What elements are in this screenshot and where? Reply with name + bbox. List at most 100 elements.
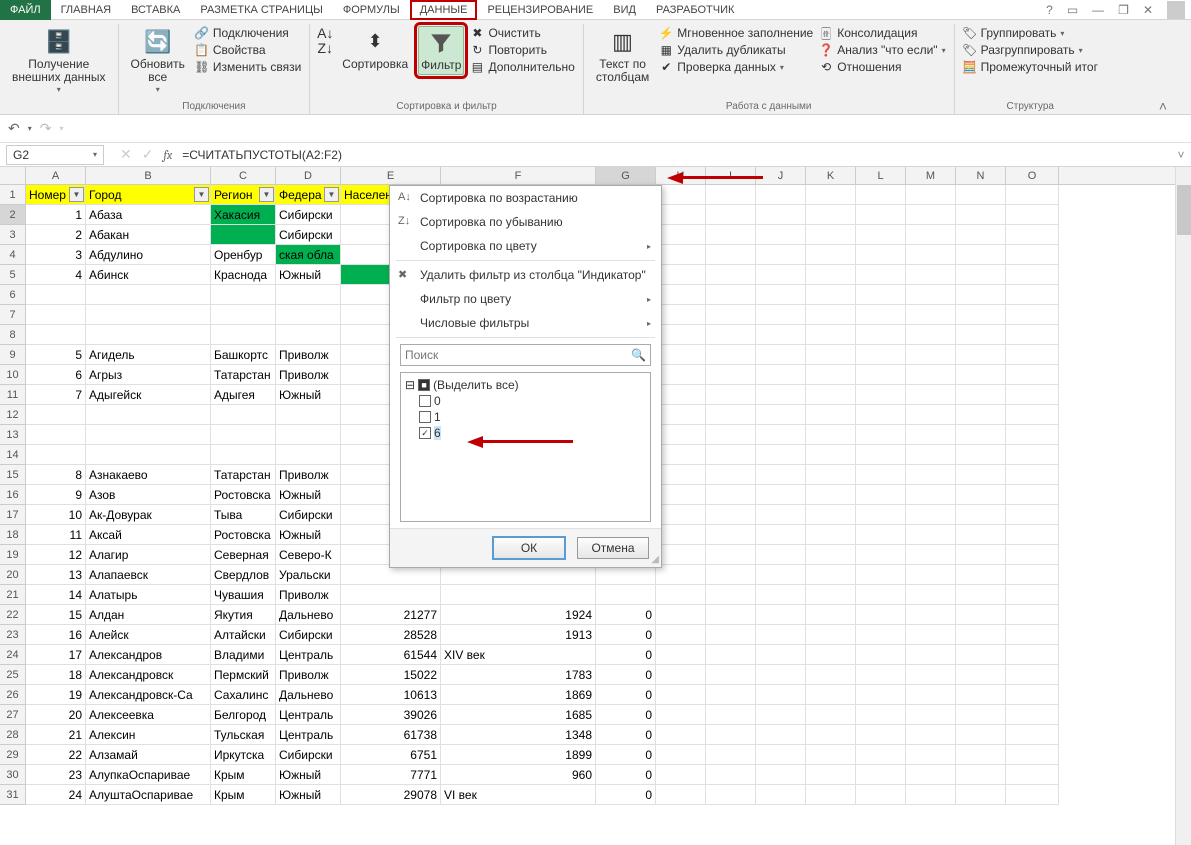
cell[interactable] <box>806 605 856 625</box>
cell[interactable] <box>706 725 756 745</box>
cell[interactable]: 0 <box>596 785 656 805</box>
sort-by-color-item[interactable]: Сортировка по цвету▸ <box>390 234 661 258</box>
cell[interactable]: 16 <box>26 625 86 645</box>
row-header[interactable]: 29 <box>0 745 26 765</box>
cell[interactable] <box>906 445 956 465</box>
cell[interactable]: Татарстан <box>211 365 276 385</box>
cell[interactable] <box>906 285 956 305</box>
cell[interactable] <box>756 345 806 365</box>
cell[interactable]: 1913 <box>441 625 596 645</box>
enter-formula-icon[interactable]: ✓ <box>142 146 154 163</box>
cell[interactable]: Абакан <box>86 225 211 245</box>
cell[interactable] <box>656 305 706 325</box>
filter-dropdown-button[interactable]: ▼ <box>69 187 84 202</box>
cell[interactable] <box>756 305 806 325</box>
column-header-K[interactable]: K <box>806 167 856 184</box>
cell[interactable] <box>756 445 806 465</box>
cell[interactable]: Азов <box>86 485 211 505</box>
flash-fill-button[interactable]: ⚡Мгновенное заполнение <box>659 26 813 40</box>
cell[interactable]: ская обла <box>276 245 341 265</box>
cell[interactable]: Крым <box>211 785 276 805</box>
cell[interactable] <box>806 305 856 325</box>
cell[interactable]: Абинск <box>86 265 211 285</box>
select-all-corner[interactable] <box>0 167 26 184</box>
row-header[interactable]: 4 <box>0 245 26 265</box>
cell[interactable] <box>706 345 756 365</box>
cell[interactable] <box>756 705 806 725</box>
row-header[interactable]: 20 <box>0 565 26 585</box>
cell[interactable] <box>656 765 706 785</box>
row-header[interactable]: 7 <box>0 305 26 325</box>
cell[interactable] <box>956 225 1006 245</box>
cell[interactable] <box>956 565 1006 585</box>
cell[interactable]: 20 <box>26 705 86 725</box>
cell[interactable] <box>86 285 211 305</box>
cell[interactable]: 4 <box>26 265 86 285</box>
cell[interactable] <box>856 685 906 705</box>
cell[interactable] <box>956 605 1006 625</box>
cell[interactable] <box>856 225 906 245</box>
cell[interactable]: Алтайски <box>211 625 276 645</box>
cell[interactable]: Алзамай <box>86 745 211 765</box>
cell[interactable]: 6 <box>26 365 86 385</box>
cell[interactable] <box>706 465 756 485</box>
filter-ok-button[interactable]: ОК <box>493 537 565 559</box>
cell[interactable] <box>211 405 276 425</box>
cell[interactable] <box>706 705 756 725</box>
cell[interactable] <box>706 445 756 465</box>
cell[interactable] <box>656 545 706 565</box>
cell[interactable] <box>856 425 906 445</box>
cell[interactable] <box>806 765 856 785</box>
cell[interactable] <box>906 305 956 325</box>
cell[interactable] <box>706 505 756 525</box>
cell[interactable]: Южный <box>276 265 341 285</box>
resize-grip-icon[interactable]: ◢ <box>651 554 659 565</box>
cell[interactable]: Сибирски <box>276 225 341 245</box>
cell[interactable] <box>856 705 906 725</box>
cell[interactable]: Южный <box>276 785 341 805</box>
cell[interactable] <box>656 505 706 525</box>
filter-dropdown-button[interactable]: ▼ <box>259 187 274 202</box>
cell[interactable] <box>1006 625 1059 645</box>
cell[interactable] <box>956 685 1006 705</box>
cell[interactable] <box>756 745 806 765</box>
filter-value-select-all[interactable]: ⊟■(Выделить все) <box>405 377 646 393</box>
cell[interactable] <box>856 325 906 345</box>
cell[interactable] <box>956 625 1006 645</box>
cell[interactable]: Александровск-Са <box>86 685 211 705</box>
cell[interactable]: Централь <box>276 645 341 665</box>
cell[interactable]: Якутия <box>211 605 276 625</box>
cell[interactable] <box>856 725 906 745</box>
cell[interactable] <box>1006 685 1059 705</box>
cell[interactable] <box>806 425 856 445</box>
cell[interactable] <box>656 685 706 705</box>
cell[interactable] <box>656 445 706 465</box>
cell[interactable]: 1783 <box>441 665 596 685</box>
filter-values-tree[interactable]: ⊟■(Выделить все) 0 1 ✓6 <box>400 372 651 522</box>
column-header-N[interactable]: N <box>956 167 1006 184</box>
cell[interactable] <box>656 645 706 665</box>
cell[interactable] <box>86 325 211 345</box>
cell[interactable] <box>211 325 276 345</box>
cell[interactable] <box>756 225 806 245</box>
row-header[interactable]: 11 <box>0 385 26 405</box>
cell[interactable] <box>211 225 276 245</box>
cell[interactable] <box>1006 485 1059 505</box>
cell[interactable] <box>956 725 1006 745</box>
cell[interactable]: 5 <box>26 345 86 365</box>
cell[interactable] <box>706 525 756 545</box>
cell[interactable] <box>806 385 856 405</box>
cell[interactable] <box>956 325 1006 345</box>
cell[interactable] <box>706 385 756 405</box>
cell[interactable]: Алатырь <box>86 585 211 605</box>
cell[interactable] <box>656 585 706 605</box>
cell[interactable] <box>906 765 956 785</box>
cell[interactable] <box>806 625 856 645</box>
get-external-data-button[interactable]: 🗄️Получение внешних данных▾ <box>8 26 110 97</box>
cell[interactable]: Сахалинс <box>211 685 276 705</box>
cell[interactable] <box>756 245 806 265</box>
expand-formula-bar-icon[interactable]: ˅ <box>1171 148 1191 162</box>
subtotal-button[interactable]: 🧮Промежуточный итог <box>963 60 1098 74</box>
column-header-O[interactable]: O <box>1006 167 1059 184</box>
cell[interactable]: 0 <box>596 625 656 645</box>
